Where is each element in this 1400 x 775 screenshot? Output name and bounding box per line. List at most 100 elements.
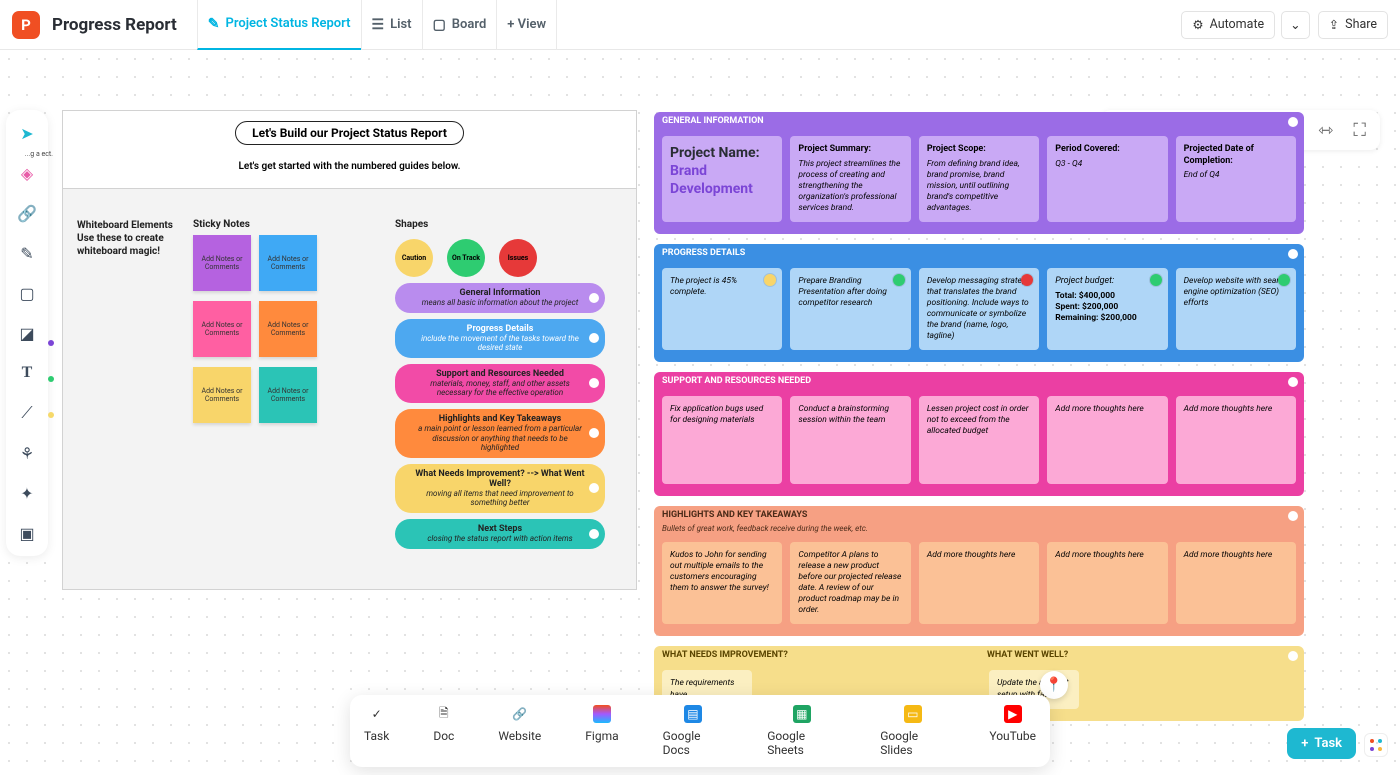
apps-icon: [1369, 738, 1383, 752]
plus-icon: +: [1301, 736, 1308, 751]
section-pill-progress[interactable]: Progress Detailsinclude the movement of …: [395, 319, 605, 358]
section-pill-support[interactable]: Support and Resources Neededmaterials, m…: [395, 364, 605, 403]
doc-title[interactable]: Progress Report: [48, 15, 189, 35]
app-logo: P: [12, 11, 40, 39]
dock-website[interactable]: 🔗Website: [498, 705, 541, 757]
cursor-tool[interactable]: ➤: [14, 120, 40, 146]
tab-project-status-report[interactable]: ✎ Project Status Report: [197, 0, 361, 50]
card-project-name[interactable]: Project Name: Brand Development: [662, 136, 782, 222]
share-label: Share: [1345, 17, 1377, 32]
connector-tool[interactable]: ⟋: [14, 400, 40, 426]
section-header: SUPPORT AND RESOURCES NEEDED: [654, 372, 1304, 390]
elements-label: Whiteboard Elements Use these to create …: [77, 219, 177, 258]
chevron-down-icon: ⌄: [1290, 17, 1300, 33]
dock-youtube[interactable]: ▶YouTube: [989, 705, 1036, 757]
automate-button[interactable]: ⚙ Automate: [1181, 11, 1275, 39]
progress-card[interactable]: Prepare Branding Presentation after doin…: [790, 268, 910, 350]
dock-google-sheets[interactable]: ▦Google Sheets: [767, 705, 836, 757]
section-progress-details[interactable]: PROGRESS DETAILS The project is 45% comp…: [654, 244, 1304, 362]
color-swatch-green[interactable]: [48, 376, 54, 382]
tab-label: + View: [507, 17, 546, 32]
figma-icon: [593, 705, 611, 723]
sticky-note[interactable]: Add Notes or Comments: [259, 367, 317, 423]
card-projected-completion[interactable]: Projected Date of Completion:End of Q4: [1176, 136, 1296, 222]
status-board[interactable]: GENERAL INFORMATION Project Name: Brand …: [654, 112, 1304, 731]
highlight-card[interactable]: Add more thoughts here: [1047, 542, 1167, 624]
fit-width-icon[interactable]: ⇿: [1314, 120, 1337, 141]
sticky-note[interactable]: Add Notes or Comments: [259, 235, 317, 291]
support-card[interactable]: Fix application bugs used for designing …: [662, 396, 782, 484]
highlight-card[interactable]: Add more thoughts here: [919, 542, 1039, 624]
sticky-note[interactable]: Add Notes or Comments: [193, 235, 251, 291]
progress-card[interactable]: The project is 45% complete.: [662, 268, 782, 350]
highlight-card[interactable]: Competitor A plans to release a new prod…: [790, 542, 910, 624]
card-project-summary[interactable]: Project Summary:This project streamlines…: [790, 136, 910, 222]
sticky-note[interactable]: Add Notes or Comments: [193, 367, 251, 423]
apps-button[interactable]: [1364, 733, 1388, 757]
automate-label: Automate: [1210, 17, 1265, 32]
more-shapes-tool[interactable]: ⚘: [14, 440, 40, 466]
ai-tool[interactable]: ✦: [14, 480, 40, 506]
fullscreen-icon[interactable]: ⛶: [1349, 120, 1370, 141]
highlight-card[interactable]: Add more thoughts here: [1176, 542, 1296, 624]
section-pill-highlights[interactable]: Highlights and Key Takeawaysa main point…: [395, 409, 605, 458]
templates-tool[interactable]: ◈: [14, 160, 40, 186]
project-name-value: Brand Development: [670, 162, 774, 198]
create-task-button[interactable]: + Task: [1287, 728, 1356, 759]
support-card[interactable]: Conduct a brainstorming session within t…: [790, 396, 910, 484]
progress-card[interactable]: Develop website with search engine optim…: [1176, 268, 1296, 350]
shape-tool[interactable]: ▢: [14, 280, 40, 306]
tab-list[interactable]: ☰ List: [361, 0, 422, 50]
canvas[interactable]: H i − 50% + ⇿ ⛶ ➤ ◈ 🔗 ✎ ▢ ◪ T ⟋ ⚘ ✦ ▣ ..…: [0, 50, 1400, 775]
sticky-note[interactable]: Add Notes or Comments: [193, 301, 251, 357]
task-icon: ✓: [368, 705, 386, 723]
pen-tool[interactable]: ✎: [14, 240, 40, 266]
section-pill-next[interactable]: Next Stepsclosing the status report with…: [395, 519, 605, 549]
instruction-panel[interactable]: Let's Build our Project Status Report Le…: [62, 110, 637, 590]
share-button[interactable]: ⇪ Share: [1318, 11, 1388, 39]
sticky-tool[interactable]: ◪: [14, 320, 40, 346]
card-project-scope[interactable]: Project Scope:From defining brand idea, …: [919, 136, 1039, 222]
sticky-note[interactable]: Add Notes or Comments: [259, 301, 317, 357]
wentwell-header: WHAT WENT WELL?: [979, 646, 1304, 664]
link-tool[interactable]: 🔗: [14, 200, 40, 226]
image-tool[interactable]: ▣: [14, 520, 40, 546]
dock-google-docs[interactable]: ▤Google Docs: [663, 705, 724, 757]
automate-dropdown[interactable]: ⌄: [1281, 11, 1309, 39]
website-icon: 🔗: [511, 705, 529, 723]
dock-google-slides[interactable]: ▭Google Slides: [880, 705, 945, 757]
dock-figma[interactable]: Figma: [585, 705, 618, 757]
section-pill-improvement[interactable]: What Needs Improvement? --> What Went We…: [395, 464, 605, 513]
section-pill-general[interactable]: General Informationmeans all basic infor…: [395, 283, 605, 313]
color-swatch-purple[interactable]: [48, 340, 54, 346]
view-tabs: ✎ Project Status Report ☰ List ▢ Board +…: [197, 0, 557, 50]
status-shape-caution[interactable]: Caution: [395, 239, 433, 277]
section-support-resources[interactable]: SUPPORT AND RESOURCES NEEDED Fix applica…: [654, 372, 1304, 496]
scroll-up-button[interactable]: 📍: [1040, 671, 1068, 699]
progress-card-budget[interactable]: Project budget: Total: $400,000 Spent: $…: [1047, 268, 1167, 350]
support-card[interactable]: Add more thoughts here: [1047, 396, 1167, 484]
section-highlights[interactable]: HIGHLIGHTS AND KEY TAKEAWAYS Bullets of …: [654, 506, 1304, 636]
tab-board[interactable]: ▢ Board: [422, 0, 497, 50]
card-period-covered[interactable]: Period Covered:Q3 - Q4: [1047, 136, 1167, 222]
support-card[interactable]: Lessen project cost in order not to exce…: [919, 396, 1039, 484]
tab-add-view[interactable]: + View: [496, 0, 557, 50]
offscreen-text: ...g a ect.: [1, 150, 53, 158]
color-swatch-yellow[interactable]: [48, 412, 54, 418]
list-icon: ☰: [372, 17, 385, 33]
section-general-information[interactable]: GENERAL INFORMATION Project Name: Brand …: [654, 112, 1304, 234]
sticky-notes-label: Sticky Notes: [193, 219, 250, 230]
dock-doc[interactable]: 🗎Doc: [433, 705, 454, 757]
gsheets-icon: ▦: [793, 705, 811, 723]
support-card[interactable]: Add more thoughts here: [1176, 396, 1296, 484]
status-shape-ontrack[interactable]: On Track: [447, 239, 485, 277]
status-shape-issues[interactable]: Issues: [499, 239, 537, 277]
dock-task[interactable]: ✓Task: [364, 705, 389, 757]
board-icon: ▢: [433, 17, 446, 33]
text-tool[interactable]: T: [14, 360, 40, 386]
progress-card[interactable]: Develop messaging strategy that translat…: [919, 268, 1039, 350]
shapes-label: Shapes: [395, 219, 428, 230]
highlight-card[interactable]: Kudos to John for sending out multiple e…: [662, 542, 782, 624]
whiteboard-icon: ✎: [208, 16, 220, 32]
topbar: P Progress Report ✎ Project Status Repor…: [0, 0, 1400, 50]
